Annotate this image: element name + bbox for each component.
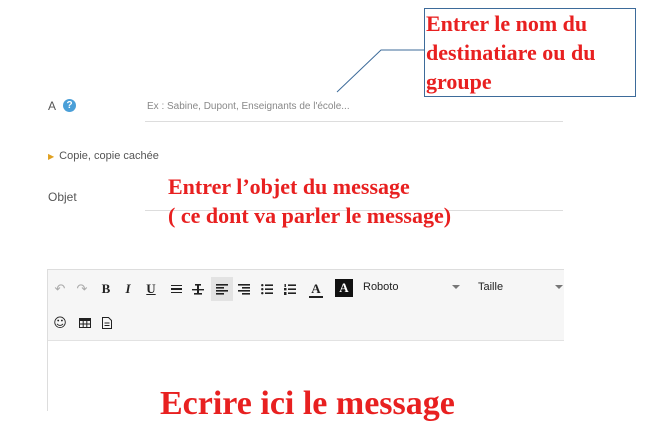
font-size-value: Taille	[478, 281, 504, 293]
recipient-annotation-line: Entrer le nom du	[426, 11, 588, 36]
table-icon	[79, 318, 91, 328]
strikethrough-button[interactable]	[189, 279, 207, 299]
align-justify-button[interactable]	[167, 279, 185, 299]
recipient-annotation-line: destinatiare ou du	[426, 40, 596, 65]
subject-annotation-line: Entrer l’objet du message	[168, 174, 410, 199]
recipient-annotation-line: groupe	[426, 69, 492, 94]
undo-icon[interactable]: ↶	[52, 279, 68, 299]
body-annotation: Ecrire ici le message	[160, 385, 455, 422]
redo-icon[interactable]: ↷	[74, 279, 90, 299]
align-left-icon	[216, 283, 228, 295]
background-color-icon: A	[339, 280, 349, 295]
align-justify-icon	[170, 284, 182, 295]
emoji-icon: ☺	[53, 315, 67, 331]
bullet-list-button[interactable]	[258, 279, 276, 299]
expand-arrow-icon: ▶	[48, 151, 55, 161]
emoji-button[interactable]: ☺	[52, 313, 68, 333]
editor-toolbar: ↶ ↷ B I U A A Roboto Taille ☺	[48, 270, 564, 341]
font-color-icon: A	[311, 280, 321, 296]
table-button[interactable]	[77, 313, 93, 333]
italic-button[interactable]: I	[120, 279, 136, 299]
numbered-list-icon	[284, 283, 296, 295]
font-family-value: Roboto	[363, 281, 399, 293]
recipient-annotation: Entrer le nom du destinatiare ou du grou…	[424, 8, 636, 97]
chevron-down-icon	[555, 285, 563, 289]
font-color-swatch	[309, 295, 323, 298]
help-icon[interactable]: ?	[63, 99, 76, 112]
numbered-list-button[interactable]	[281, 279, 299, 299]
subject-label: Objet	[48, 190, 77, 204]
font-family-select[interactable]: Roboto	[363, 277, 460, 297]
cc-toggle[interactable]: ▶ Copie, copie cachée	[48, 150, 159, 162]
bullet-list-icon	[261, 283, 273, 294]
align-right-button[interactable]	[235, 279, 253, 299]
bold-button[interactable]: B	[98, 279, 114, 299]
align-left-button[interactable]	[211, 277, 233, 301]
align-right-icon	[238, 283, 250, 295]
cc-label: Copie, copie cachée	[59, 150, 159, 162]
strikethrough-icon	[192, 284, 204, 295]
background-color-button[interactable]: A	[335, 279, 353, 297]
underline-button[interactable]: U	[143, 279, 159, 299]
font-color-button[interactable]: A	[306, 277, 326, 301]
to-label: A	[48, 99, 57, 113]
recipient-input[interactable]	[147, 99, 547, 113]
attachment-icon	[102, 317, 112, 329]
subject-annotation: Entrer l’objet du message ( ce dont va p…	[168, 172, 568, 230]
attachment-button[interactable]	[99, 313, 115, 333]
subject-annotation-line: ( ce dont va parler le message)	[168, 203, 452, 228]
chevron-down-icon	[452, 285, 460, 289]
recipient-underline	[145, 121, 563, 122]
font-size-select[interactable]: Taille	[478, 277, 563, 297]
